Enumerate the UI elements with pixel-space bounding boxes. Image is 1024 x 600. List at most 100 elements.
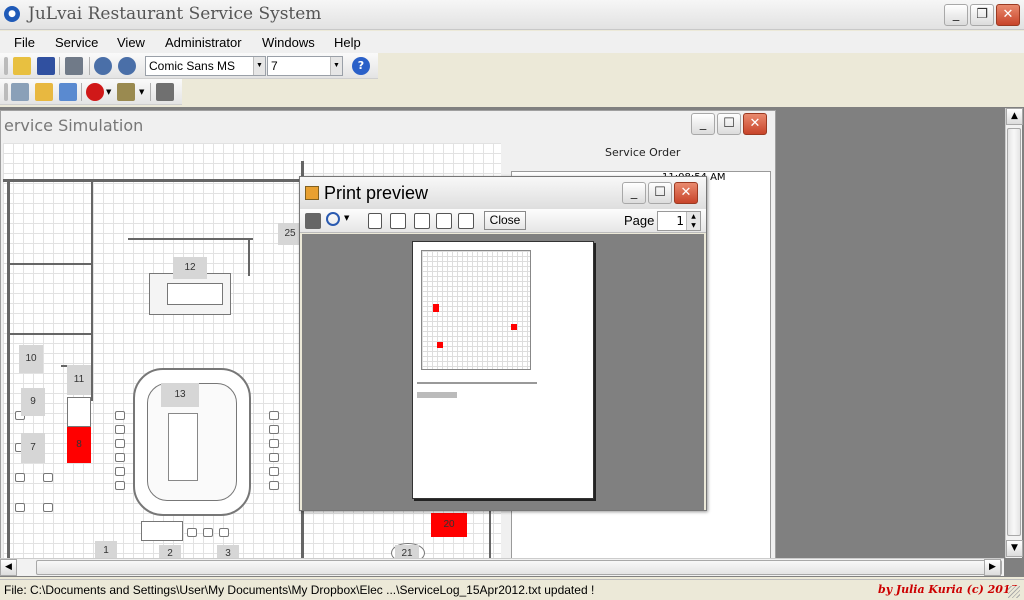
new-icon[interactable] [13, 57, 31, 75]
one-page-icon[interactable] [368, 213, 382, 229]
chevron-down-icon: ▼ [330, 57, 342, 75]
table-13[interactable]: 13 [161, 383, 199, 407]
wall [128, 238, 253, 240]
minimize-button[interactable]: _ [691, 113, 715, 135]
scroll-thumb[interactable] [36, 560, 1002, 575]
four-pages-icon[interactable] [436, 213, 452, 229]
font-size-select[interactable]: 7 ▼ [267, 56, 343, 76]
scroll-right-icon[interactable]: ▶ [984, 559, 1001, 576]
chair [269, 425, 279, 434]
users-icon[interactable] [117, 83, 135, 101]
table-11[interactable]: 11 [67, 365, 91, 395]
chair [115, 481, 125, 490]
minimize-button[interactable]: _ [622, 182, 646, 204]
horizontal-scrollbar[interactable]: ◀ ▶ [0, 558, 1004, 576]
chevron-down-icon[interactable]: ▼ [139, 83, 147, 101]
chart-icon[interactable] [11, 83, 29, 101]
menu-help[interactable]: Help [334, 35, 361, 50]
close-button[interactable]: ✕ [743, 113, 767, 135]
two-pages-icon[interactable] [390, 213, 406, 229]
alert-icon[interactable] [86, 83, 104, 101]
menu-service[interactable]: Service [55, 35, 98, 50]
minimize-button[interactable]: _ [944, 4, 968, 26]
standard-toolbar: Comic Sans MS ▼ 7 ▼ ? [0, 53, 378, 79]
scroll-left-icon[interactable]: ◀ [0, 559, 17, 576]
vertical-scrollbar[interactable]: ▲ ▼ [1005, 108, 1023, 558]
toolbar-grip-icon [4, 57, 8, 75]
app-titlebar: ● JuLvai Restaurant Service System _ ❐ ✕ [0, 0, 1024, 30]
chair [115, 411, 125, 420]
dialog-titlebar: Print preview _ ☐ ✕ [300, 177, 706, 209]
save-icon[interactable] [37, 57, 55, 75]
app-title: JuLvai Restaurant Service System [28, 4, 322, 24]
close-button[interactable]: ✕ [674, 182, 698, 204]
table-12[interactable]: 12 [173, 257, 207, 279]
resize-grip-icon[interactable] [1008, 586, 1020, 598]
print-preview-dialog: Print preview _ ☐ ✕ ▼ Close Page 1 ▲ ▼ [299, 176, 707, 511]
wall [7, 333, 91, 335]
chevron-down-icon[interactable]: ▼ [106, 83, 114, 101]
toolbar-separator [59, 57, 60, 75]
chair [219, 528, 229, 537]
chair [269, 439, 279, 448]
print-preview-icon [305, 186, 319, 200]
chair [115, 453, 125, 462]
scroll-thumb[interactable] [1007, 128, 1021, 536]
print-icon[interactable] [305, 213, 321, 229]
table-7[interactable]: 7 [21, 433, 45, 463]
spinner-icon[interactable]: ▲ ▼ [686, 212, 700, 230]
chair [115, 425, 125, 434]
preview-page[interactable] [412, 241, 594, 499]
wall [7, 263, 91, 265]
chair [187, 528, 197, 537]
chevron-down-icon[interactable]: ▼ [344, 214, 349, 222]
three-pages-icon[interactable] [414, 213, 430, 229]
maximize-button[interactable]: ☐ [717, 113, 741, 135]
scroll-up-icon[interactable]: ▲ [1006, 108, 1023, 125]
chair [269, 467, 279, 476]
table-10[interactable]: 10 [19, 345, 43, 373]
chair [269, 411, 279, 420]
close-button[interactable]: ✕ [996, 4, 1020, 26]
six-pages-icon[interactable] [458, 213, 474, 229]
chair [269, 453, 279, 462]
edit-icon[interactable] [59, 83, 77, 101]
close-preview-button[interactable]: Close [484, 211, 526, 230]
scroll-down-icon[interactable]: ▼ [1006, 540, 1023, 557]
window-title: ervice Simulation [4, 116, 144, 135]
help-icon[interactable]: ? [352, 57, 370, 75]
open-folder-icon[interactable] [35, 83, 53, 101]
preview-occupied-mark [437, 342, 443, 348]
menu-administrator[interactable]: Administrator [165, 35, 242, 50]
table-8[interactable]: 8 [67, 427, 91, 463]
chair [203, 528, 213, 537]
menu-windows[interactable]: Windows [262, 35, 315, 50]
menu-view[interactable]: View [117, 35, 145, 50]
font-name-select[interactable]: Comic Sans MS ▼ [145, 56, 266, 76]
chair [15, 473, 25, 482]
chair [269, 481, 279, 490]
menu-file[interactable]: File [14, 35, 35, 50]
wall [7, 179, 10, 563]
tools-icon[interactable] [156, 83, 174, 101]
preview-occupied-mark [433, 304, 439, 312]
page-label: Page [624, 213, 655, 228]
page-number-input[interactable]: 1 ▲ ▼ [657, 211, 701, 231]
maximize-button[interactable]: ☐ [648, 182, 672, 204]
wall [248, 238, 250, 276]
preview-text-line [417, 382, 537, 384]
wall [91, 179, 93, 401]
zoom-icon[interactable] [326, 212, 340, 226]
find-icon[interactable] [94, 57, 112, 75]
chair [15, 503, 25, 512]
replace-icon[interactable] [118, 57, 136, 75]
service-order-label: Service Order [605, 146, 681, 159]
author-credit: by Julia Kuria (c) 2012 [878, 583, 1019, 596]
print-preview-toolbar: ▼ Close Page 1 ▲ ▼ [300, 209, 706, 233]
table-9[interactable]: 9 [21, 388, 45, 416]
table-20[interactable]: 20 [431, 513, 467, 537]
app-logo-icon: ● [4, 6, 20, 22]
print-icon[interactable] [65, 57, 83, 75]
toolbar-separator [81, 83, 82, 101]
restore-button[interactable]: ❐ [970, 4, 994, 26]
